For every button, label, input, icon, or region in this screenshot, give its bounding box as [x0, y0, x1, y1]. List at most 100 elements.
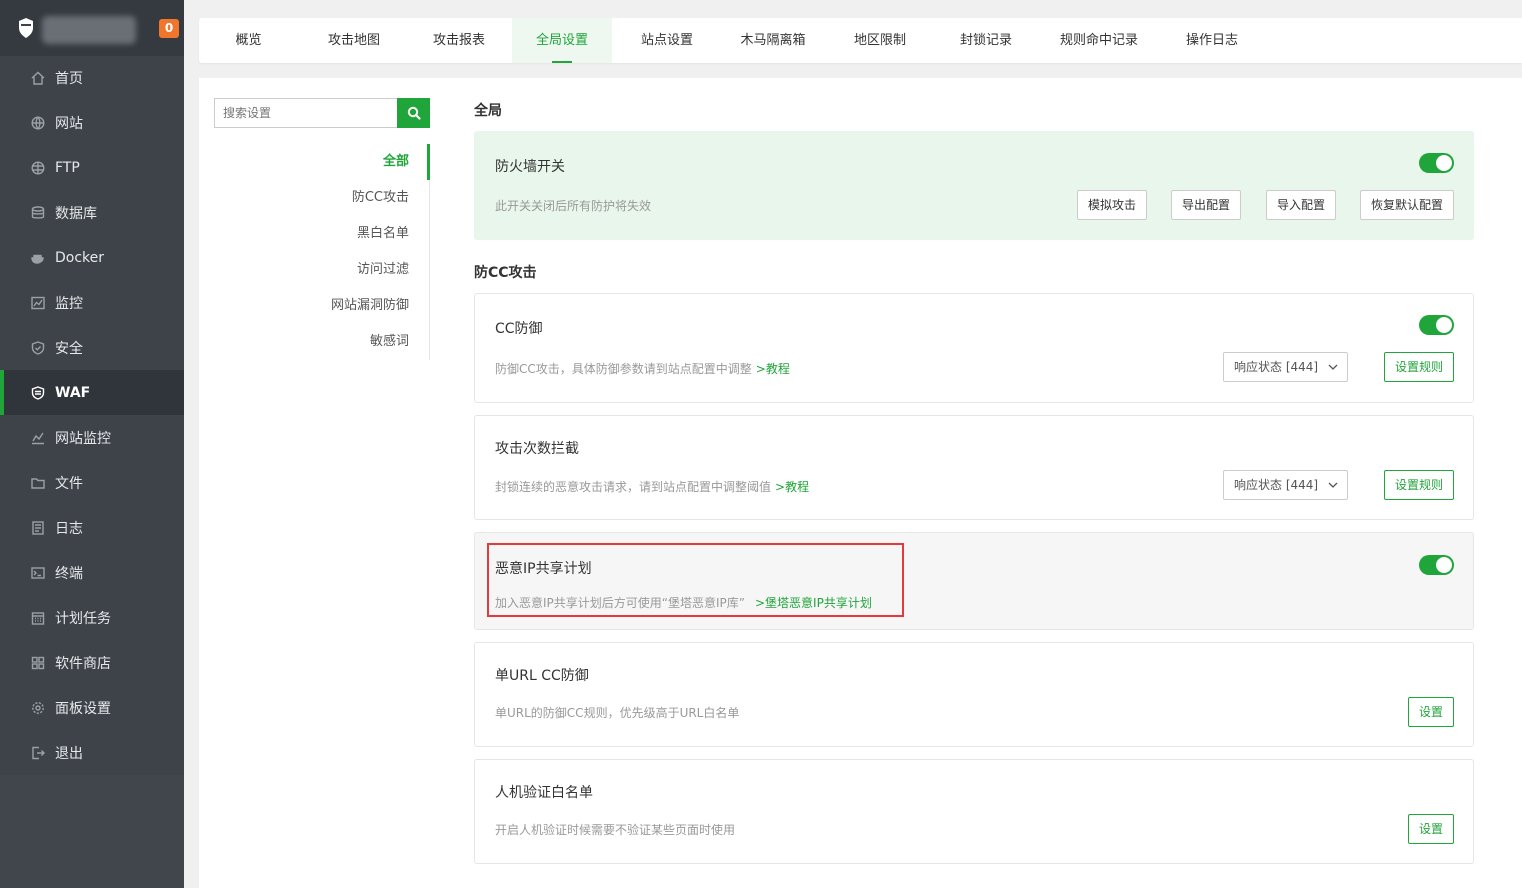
- sidebar-item-waf[interactable]: WAF: [0, 370, 184, 415]
- card-description: 单URL的防御CC规则，优先级高于URL白名单: [495, 706, 740, 720]
- card-description-text: 防御CC攻击，具体防御参数请到站点配置中调整: [495, 362, 752, 376]
- sidebar-item-label: 文件: [55, 475, 83, 492]
- sidebar-item-panel-settings[interactable]: 面板设置: [0, 685, 184, 730]
- card-title: CC防御: [495, 321, 543, 337]
- malicious-ip-toggle[interactable]: [1419, 555, 1454, 575]
- sidebar-item-label: 软件商店: [55, 655, 111, 672]
- home-icon: [30, 70, 46, 86]
- sidebar-item-logout[interactable]: 退出: [0, 730, 184, 775]
- card-description-text: 封锁连续的恶意攻击请求，请到站点配置中调整阈值: [495, 480, 772, 494]
- sidebar-item-terminal[interactable]: 终端: [0, 550, 184, 595]
- top-tab-bar: 概览 攻击地图 攻击报表 全局设置 站点设置 木马隔离箱 地区限制 封锁记录 规…: [199, 18, 1522, 63]
- category-list: 全部 防CC攻击 黑白名单 访问过滤 网站漏洞防御 敏感词: [214, 144, 430, 360]
- log-icon: [30, 520, 46, 536]
- monitor-icon: [30, 295, 46, 311]
- tutorial-link[interactable]: >教程: [775, 480, 809, 494]
- response-status-select[interactable]: 响应状态 [444]: [1223, 470, 1348, 500]
- single-url-cc-card: 单URL CC防御 单URL的防御CC规则，优先级高于URL白名单 设置: [474, 642, 1474, 747]
- tab-rule-hit-records[interactable]: 规则命中记录: [1039, 18, 1159, 63]
- tab-block-records[interactable]: 封锁记录: [934, 18, 1038, 63]
- tab-attack-map[interactable]: 攻击地图: [303, 18, 405, 63]
- sidebar-item-website[interactable]: 网站: [0, 100, 184, 145]
- sidebar-item-label: 首页: [55, 70, 83, 87]
- sidebar-item-cron[interactable]: 计划任务: [0, 595, 184, 640]
- folder-icon: [30, 475, 46, 491]
- cc-defense-toggle[interactable]: [1419, 315, 1454, 335]
- sidebar-item-database[interactable]: 数据库: [0, 190, 184, 235]
- globe-icon: [30, 115, 46, 131]
- tab-overview[interactable]: 概览: [199, 18, 298, 63]
- chart-icon: [30, 430, 46, 446]
- sidebar-footer: [0, 775, 184, 888]
- sidebar-item-label: Docker: [55, 249, 105, 266]
- cc-defense-card: CC防御 防御CC攻击，具体防御参数请到站点配置中调整 >教程 响应状态 [444…: [474, 293, 1474, 403]
- search-input[interactable]: [214, 98, 397, 128]
- captcha-whitelist-card: 人机验证白名单 开启人机验证时候需要不验证某些页面时使用 设置: [474, 759, 1474, 864]
- search-icon: [407, 106, 421, 120]
- tab-attack-report[interactable]: 攻击报表: [407, 18, 511, 63]
- firewall-toggle[interactable]: [1419, 153, 1454, 173]
- import-config-button[interactable]: 导入配置: [1266, 190, 1336, 220]
- sidebar-item-docker[interactable]: Docker: [0, 235, 184, 280]
- grid-icon: [30, 655, 46, 671]
- card-title: 防火墙开关: [495, 159, 565, 175]
- sidebar-item-label: 计划任务: [55, 610, 111, 627]
- category-access-filter[interactable]: 访问过滤: [357, 252, 409, 288]
- simulate-attack-button[interactable]: 模拟攻击: [1077, 190, 1147, 220]
- username-blurred: [42, 16, 136, 44]
- gear-icon: [30, 700, 46, 716]
- sidebar-item-store[interactable]: 软件商店: [0, 640, 184, 685]
- sidebar-item-label: FTP: [55, 159, 80, 176]
- card-description: 封锁连续的恶意攻击请求，请到站点配置中调整阈值 >教程: [495, 478, 809, 495]
- sidebar-item-label: 安全: [55, 340, 83, 357]
- card-description: 开启人机验证时候需要不验证某些页面时使用: [495, 823, 736, 837]
- sidebar-item-site-monitor[interactable]: 网站监控: [0, 415, 184, 460]
- restore-default-button[interactable]: 恢复默认配置: [1360, 190, 1454, 220]
- sidebar-item-home[interactable]: 首页: [0, 55, 184, 100]
- card-title: 人机验证白名单: [495, 785, 593, 801]
- category-sensitive-words[interactable]: 敏感词: [370, 324, 409, 360]
- highlight-box: [487, 543, 904, 617]
- settings-button[interactable]: 设置: [1408, 814, 1454, 844]
- category-all[interactable]: 全部: [383, 144, 409, 180]
- set-rules-button[interactable]: 设置规则: [1384, 352, 1454, 382]
- section-title-anti-cc: 防CC攻击: [474, 265, 537, 281]
- calendar-icon: [30, 610, 46, 626]
- set-rules-button[interactable]: 设置规则: [1384, 470, 1454, 500]
- logout-icon: [30, 745, 46, 761]
- firewall-card: 防火墙开关 此开关关闭后所有防护将失效 模拟攻击 导出配置 导入配置 恢复默认配…: [474, 131, 1474, 240]
- sidebar-item-label: 面板设置: [55, 700, 111, 717]
- export-config-button[interactable]: 导出配置: [1171, 190, 1241, 220]
- tab-trojan-quarantine[interactable]: 木马隔离箱: [721, 18, 825, 63]
- tab-site-settings[interactable]: 站点设置: [614, 18, 720, 63]
- tab-global-settings[interactable]: 全局设置: [512, 18, 612, 63]
- sidebar-item-files[interactable]: 文件: [0, 460, 184, 505]
- sidebar-header: 0: [0, 0, 184, 56]
- select-value: 响应状态 [444]: [1234, 478, 1319, 492]
- select-value: 响应状态 [444]: [1234, 360, 1319, 374]
- settings-button[interactable]: 设置: [1408, 697, 1454, 727]
- tab-region-limit[interactable]: 地区限制: [827, 18, 933, 63]
- card-title: 单URL CC防御: [495, 668, 589, 684]
- search-box: [214, 98, 430, 128]
- search-button[interactable]: [397, 98, 430, 128]
- category-black-white-list[interactable]: 黑白名单: [357, 216, 409, 252]
- sidebar-item-monitor[interactable]: 监控: [0, 280, 184, 325]
- chevron-down-icon: [1328, 364, 1338, 370]
- response-status-select[interactable]: 响应状态 [444]: [1223, 352, 1348, 382]
- tab-operation-log[interactable]: 操作日志: [1161, 18, 1263, 63]
- category-vuln-defense[interactable]: 网站漏洞防御: [331, 288, 409, 324]
- sidebar-item-security[interactable]: 安全: [0, 325, 184, 370]
- sidebar-item-ftp[interactable]: FTP: [0, 145, 184, 190]
- tutorial-link[interactable]: >教程: [756, 362, 790, 376]
- sidebar-item-label: 网站: [55, 115, 83, 132]
- category-anti-cc[interactable]: 防CC攻击: [352, 180, 409, 216]
- sidebar-item-label: 终端: [55, 565, 83, 582]
- notification-badge[interactable]: 0: [159, 19, 179, 38]
- sidebar-item-label: 网站监控: [55, 430, 111, 447]
- sidebar-item-logs[interactable]: 日志: [0, 505, 184, 550]
- sidebar-item-label: 日志: [55, 520, 83, 537]
- ftp-globe-icon: [30, 160, 46, 176]
- sidebar-item-label: 监控: [55, 295, 83, 312]
- terminal-icon: [30, 565, 46, 581]
